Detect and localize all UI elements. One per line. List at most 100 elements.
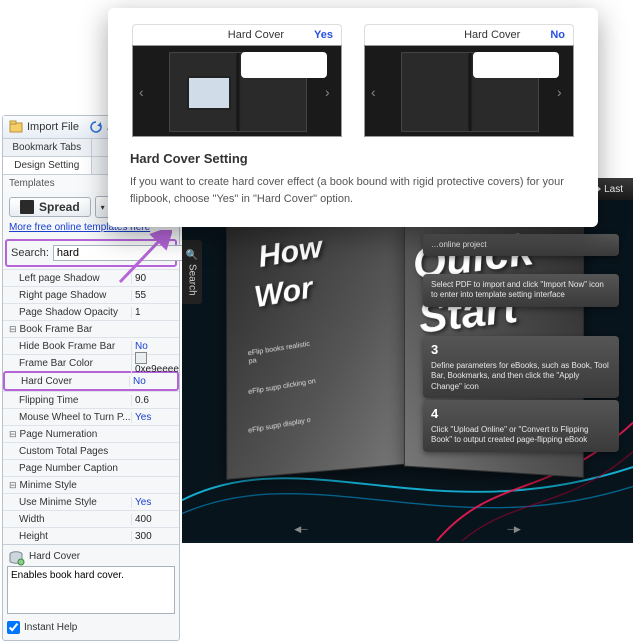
property-key: Use Minime Style	[3, 497, 131, 508]
property-key: Mouse Wheel to Turn P...	[3, 412, 131, 423]
search-label: Search:	[11, 247, 49, 259]
property-row[interactable]: Right page Shadow55	[3, 286, 179, 303]
thumb-header: Hard Cover No	[364, 24, 574, 45]
property-value[interactable]: 0.6	[131, 395, 179, 406]
left-page: How Wor eFlip books realistic pa eFlip s…	[226, 220, 405, 479]
import-icon	[9, 120, 23, 134]
help-body[interactable]	[7, 566, 175, 614]
property-row[interactable]: Frame Bar Color0xe9eeee	[3, 354, 179, 371]
chevron-down-icon: ▾	[101, 203, 105, 212]
step-text: Select PDF to import and click "Import N…	[431, 280, 604, 299]
tab-bookmark[interactable]: Bookmark Tabs	[3, 139, 92, 156]
preview-area: Next Page Last 🔍 Search How Wor eFlip bo…	[182, 178, 633, 543]
page-indicator: ◀──▶	[182, 524, 633, 535]
property-value[interactable]: 300	[131, 531, 179, 542]
step-card: 4 Click "Upload Online" or "Convert to Fl…	[423, 400, 619, 452]
page-text: eFlip books realistic pa	[247, 339, 319, 367]
search-sidebar-tab[interactable]: 🔍 Search	[182, 240, 202, 304]
thumb-value: No	[550, 29, 565, 41]
property-value[interactable]: 90	[131, 273, 179, 284]
property-row[interactable]: Custom Total Pages	[3, 442, 179, 459]
property-key: Right page Shadow	[3, 290, 131, 301]
search-row: Search:	[5, 239, 177, 267]
property-value[interactable]: 0xe9eeee	[131, 352, 179, 375]
template-button-label: Spread	[39, 200, 80, 214]
search-input[interactable]	[53, 245, 203, 261]
step-text: Define parameters for eBooks, such as Bo…	[431, 361, 609, 391]
tab-design-setting[interactable]: Design Setting	[3, 157, 92, 174]
thumb-header: Hard Cover Yes	[132, 24, 342, 45]
card-body: If you want to create hard cover effect …	[130, 174, 576, 207]
db-icon	[7, 549, 25, 567]
property-row[interactable]: Left page Shadow90	[3, 269, 179, 286]
property-value[interactable]: Yes	[131, 412, 179, 423]
property-row[interactable]: Page Number Caption	[3, 459, 179, 476]
property-row[interactable]: Mouse Wheel to Turn P...Yes	[3, 408, 179, 425]
property-value[interactable]: 1	[131, 307, 179, 318]
property-key: Book Frame Bar	[3, 324, 131, 335]
page-text: eFlip supp clicking on	[248, 377, 319, 397]
property-row[interactable]: Flipping Time0.6	[3, 391, 179, 408]
thumb-value: Yes	[314, 29, 333, 41]
thumb-no: Hard Cover No ‹ ›	[364, 24, 574, 137]
help-title: Hard Cover	[7, 549, 175, 566]
step-text: Click "Upload Online" or "Convert to Fli…	[431, 425, 588, 444]
property-key: Custom Total Pages	[3, 446, 131, 457]
property-row[interactable]: Page Shadow Opacity1	[3, 303, 179, 320]
property-value[interactable]: No	[129, 376, 177, 387]
page-text: Wor	[252, 271, 315, 315]
property-row[interactable]: Book Frame Bar	[3, 320, 179, 337]
page-text: How	[256, 231, 324, 275]
property-key: Page Number Caption	[3, 463, 131, 474]
chevron-right-icon: ›	[325, 84, 335, 98]
property-key: Left page Shadow	[3, 273, 131, 284]
property-key: Page Shadow Opacity	[3, 307, 131, 318]
monitor-icon	[187, 76, 231, 110]
refresh-icon[interactable]	[89, 120, 103, 134]
property-key: Frame Bar Color	[3, 358, 131, 369]
step-number: 3	[431, 342, 611, 359]
instant-help-label: Instant Help	[24, 622, 77, 633]
help-title-text: Hard Cover	[29, 551, 80, 562]
property-key: Height	[3, 531, 131, 542]
property-key: Hide Book Frame Bar	[3, 341, 131, 352]
thumb-body: ‹ ›	[364, 45, 574, 137]
step-card: Select PDF to import and click "Import N…	[423, 274, 619, 307]
property-row[interactable]: Use Minime StyleYes	[3, 493, 179, 510]
card-title: Hard Cover Setting	[130, 151, 576, 166]
property-value[interactable]: No	[131, 341, 179, 352]
property-value[interactable]: 400	[131, 514, 179, 525]
property-key: Width	[3, 514, 131, 525]
tooltip-card: Hard Cover Yes ‹ › Hard Cover No ‹ ›	[108, 8, 598, 227]
property-value[interactable]: Yes	[131, 497, 179, 508]
property-key: Flipping Time	[3, 395, 131, 406]
instant-help-row[interactable]: Instant Help	[7, 617, 175, 636]
property-row[interactable]: Page Numeration	[3, 425, 179, 442]
help-box: Hard Cover Instant Help	[3, 544, 179, 640]
thumb-yes: Hard Cover Yes ‹ ›	[132, 24, 342, 137]
template-button[interactable]: Spread	[9, 197, 91, 217]
chevron-left-icon: ‹	[371, 84, 381, 98]
chevron-right-icon: ›	[557, 84, 567, 98]
step-text: …online project	[431, 240, 487, 249]
speech-bubble-icon	[241, 52, 327, 78]
chevron-left-icon: ‹	[139, 84, 149, 98]
property-row[interactable]: Minime Style	[3, 476, 179, 493]
step-number: 4	[431, 406, 611, 423]
step-card: …online project	[423, 234, 619, 256]
speech-bubble-icon	[473, 52, 559, 78]
last-page-label: Last	[604, 184, 623, 195]
property-key: Hard Cover	[5, 376, 129, 387]
thumb-body: ‹ ›	[132, 45, 342, 137]
book-icon	[20, 200, 34, 214]
property-key: Minime Style	[3, 480, 131, 491]
instant-help-checkbox[interactable]	[7, 621, 20, 634]
property-value[interactable]: 55	[131, 290, 179, 301]
thumbnail-row: Hard Cover Yes ‹ › Hard Cover No ‹ ›	[130, 24, 576, 137]
property-row[interactable]: Height300	[3, 527, 179, 544]
property-grid: Left page Shadow90Right page Shadow55Pag…	[3, 269, 179, 544]
page-text: eFlip supp display o	[248, 415, 319, 436]
thumb-opt-label: Hard Cover	[464, 29, 520, 41]
property-row[interactable]: Width400	[3, 510, 179, 527]
import-label[interactable]: Import File	[27, 121, 79, 133]
